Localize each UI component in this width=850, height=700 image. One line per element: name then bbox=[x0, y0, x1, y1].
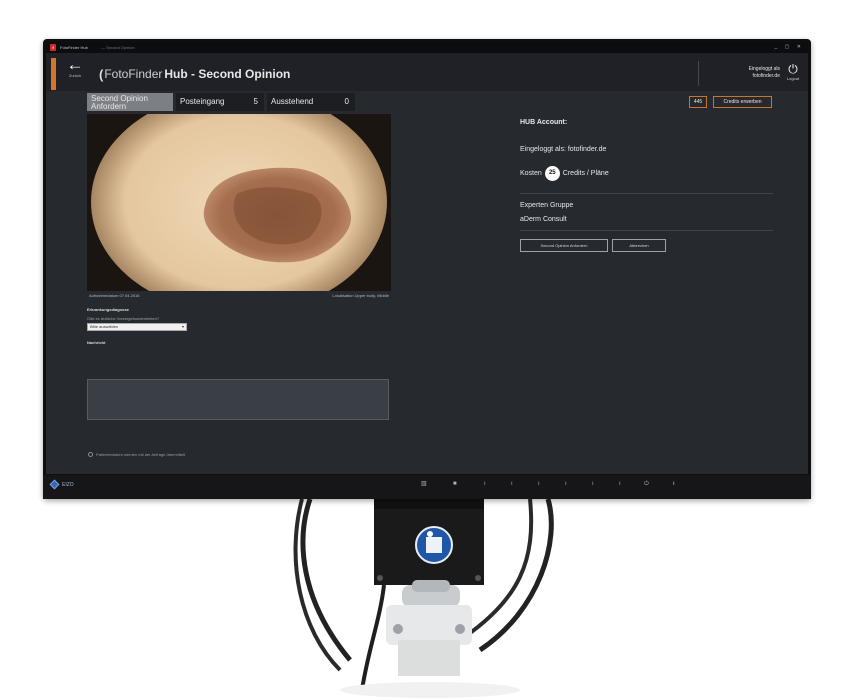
power-led-icon: ı bbox=[673, 481, 675, 487]
os-app-title: FotoFinder Hub bbox=[60, 45, 88, 50]
monitor-bezel: EIZO ▥ ■ ı ı ı ı ı ı ⏻ ı bbox=[43, 475, 811, 499]
image-caption: Aufnahmedatum 07.04.2016 Lokalisation Up… bbox=[87, 293, 391, 300]
cost-row: Kosten 25 Credits / Pläne bbox=[520, 166, 773, 181]
monitor: f FotoFinder Hub — Second Opinion _ ▢ ✕ … bbox=[43, 39, 811, 499]
logo-text: FotoFinder bbox=[104, 67, 163, 81]
power-button-icon[interactable]: ⏻ bbox=[644, 480, 649, 488]
power-icon: ⏻ bbox=[788, 62, 798, 76]
bezel-button-icon[interactable]: ı bbox=[484, 480, 486, 488]
action-buttons: Second Opinion Anfordern Abbrechen bbox=[520, 239, 773, 252]
app-icon: f bbox=[50, 44, 56, 51]
question-label: Gibt es ärztliche Voreingebundenheiten? bbox=[87, 316, 160, 321]
app-logo: ( FotoFinder Hub - Second Opinion bbox=[99, 67, 290, 81]
hub-account-title: HUB Account: bbox=[520, 119, 568, 126]
window-controls[interactable]: _ ▢ ✕ bbox=[775, 42, 804, 53]
expert-group-value: aDerm Consult bbox=[520, 216, 567, 223]
patient-data-label: Patientendaten werden mit der Anfrage üb… bbox=[96, 452, 186, 457]
user-info: Eingeloggt als fotofinder.de bbox=[710, 66, 780, 80]
back-button[interactable]: ← Zurück bbox=[65, 56, 85, 84]
buy-credits-button[interactable]: Credits erwerben bbox=[713, 96, 772, 108]
sensor-icon: ▥ bbox=[421, 481, 427, 487]
expert-group-label: Experten Gruppe bbox=[520, 202, 574, 209]
divider bbox=[520, 230, 773, 231]
credit-balance: 445 bbox=[689, 96, 707, 108]
tab-pending[interactable]: Ausstehend 0 bbox=[267, 93, 355, 111]
divider bbox=[520, 193, 773, 194]
app-screen: f FotoFinder Hub — Second Opinion _ ▢ ✕ … bbox=[46, 42, 808, 474]
tab-request[interactable]: Second Opinion Anfordern bbox=[87, 93, 173, 111]
page-title: Hub - Second Opinion bbox=[164, 67, 291, 81]
request-opinion-button[interactable]: Second Opinion Anfordern bbox=[520, 239, 608, 252]
notes-textarea[interactable] bbox=[87, 379, 389, 420]
fotofinder-logo-icon: ( bbox=[99, 66, 104, 82]
bezel-button-icon[interactable]: ı bbox=[511, 480, 513, 488]
eizo-logo: EIZO bbox=[49, 479, 74, 490]
bezel-button-icon[interactable]: ı bbox=[565, 480, 567, 488]
notes-label: Nachricht bbox=[87, 340, 106, 345]
tab-inbox[interactable]: Posteingang 5 bbox=[176, 93, 264, 111]
brand-label: EIZO bbox=[62, 481, 74, 488]
logged-in-row: Eingeloggt als: fotofinder.de bbox=[520, 146, 607, 153]
eizo-logo-icon bbox=[49, 479, 60, 490]
bezel-button-icon[interactable]: ı bbox=[538, 480, 540, 488]
capture-date: Aufnahmedatum 07.04.2016 bbox=[89, 293, 140, 298]
tab-request-label: Second Opinion Anfordern bbox=[91, 94, 148, 111]
tab-pending-count: 0 bbox=[344, 97, 349, 106]
tab-inbox-count: 5 bbox=[253, 97, 258, 106]
bezel-button-icon[interactable]: ı bbox=[592, 480, 594, 488]
logout-button[interactable]: ⏻ Logout bbox=[782, 62, 804, 82]
user-line-2: fotofinder.de bbox=[752, 73, 780, 79]
input-button-icon[interactable]: ■ bbox=[453, 480, 457, 488]
patient-data-option[interactable]: Patientendaten werden mit der Anfrage üb… bbox=[88, 452, 185, 457]
diagnosis-select[interactable]: Bitte auswählen ▾ bbox=[87, 323, 187, 331]
dermoscopy-image bbox=[87, 114, 391, 291]
diagnosis-select-value: Bitte auswählen bbox=[90, 324, 119, 329]
accent-bar bbox=[51, 58, 56, 90]
cancel-button[interactable]: Abbrechen bbox=[612, 239, 666, 252]
tab-bar: Second Opinion Anfordern Posteingang 5 A… bbox=[87, 93, 358, 111]
tab-inbox-label: Posteingang bbox=[180, 97, 225, 106]
header-divider bbox=[698, 61, 699, 86]
cost-suffix: Credits / Pläne bbox=[562, 170, 609, 177]
user-line-1: Eingeloggt als bbox=[748, 66, 780, 72]
product-photo: f FotoFinder Hub — Second Opinion _ ▢ ✕ … bbox=[0, 0, 850, 700]
os-title-bar: f FotoFinder Hub — Second Opinion _ ▢ ✕ bbox=[46, 42, 808, 53]
chevron-down-icon: ▾ bbox=[181, 324, 184, 329]
bezel-button-icon[interactable]: ı bbox=[619, 480, 621, 488]
diagnosis-label: Erkrankungsdiagnose bbox=[87, 307, 130, 312]
tab-pending-label: Ausstehend bbox=[271, 97, 314, 106]
cost-prefix: Kosten bbox=[520, 170, 542, 177]
radio-button[interactable] bbox=[88, 452, 93, 457]
logout-label: Logout bbox=[786, 76, 800, 81]
hub-account-panel: HUB Account: Eingeloggt als: fotofinder.… bbox=[520, 118, 773, 252]
cost-badge: 25 bbox=[544, 166, 560, 181]
os-subtitle: — Second Opinion bbox=[101, 45, 135, 50]
request-form: Erkrankungsdiagnose Gibt es ärztliche Vo… bbox=[87, 307, 397, 345]
localization: Lokalisation Upper body, Middle bbox=[332, 293, 389, 298]
back-arrow-icon: ← bbox=[66, 55, 84, 74]
